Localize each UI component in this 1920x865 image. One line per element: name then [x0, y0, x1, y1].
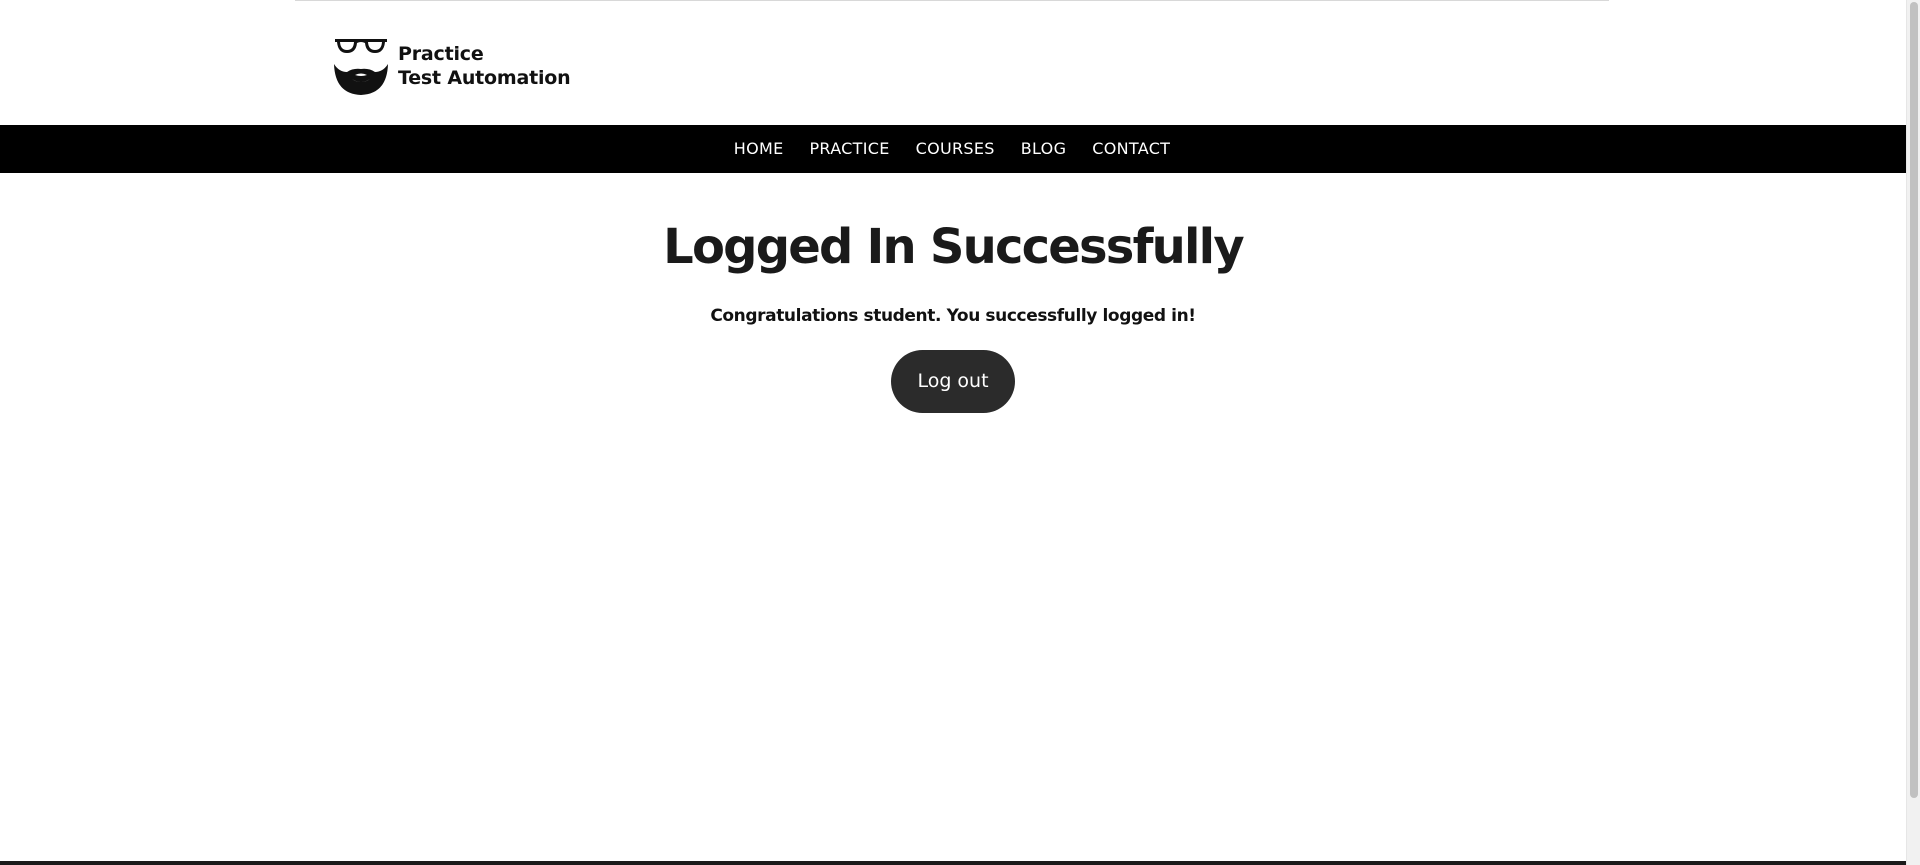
- logo-line-2: Test Automation: [398, 67, 571, 89]
- logo-line-1: Practice: [398, 43, 484, 65]
- site-logo[interactable]: Practice Test Automation: [333, 36, 571, 96]
- nav-item-home[interactable]: HOME: [721, 139, 797, 158]
- logout-button[interactable]: Log out: [891, 350, 1015, 413]
- vertical-scrollbar[interactable]: [1906, 0, 1920, 865]
- footer-edge: [0, 861, 1906, 865]
- page-title: Logged In Successfully: [663, 219, 1244, 275]
- site-header: Practice Test Automation: [0, 0, 1906, 125]
- scrollbar-thumb[interactable]: [1910, 2, 1918, 798]
- nav-item-practice[interactable]: PRACTICE: [796, 139, 902, 158]
- nav-item-blog[interactable]: BLOG: [1008, 139, 1080, 158]
- main-navbar: HOME PRACTICE COURSES BLOG CONTACT: [0, 125, 1906, 173]
- nav-list: HOME PRACTICE COURSES BLOG CONTACT: [721, 125, 1184, 173]
- nav-item-courses[interactable]: COURSES: [903, 139, 1008, 158]
- glasses-beard-icon: [334, 39, 388, 95]
- page: Practice Test Automation HOME PRACTICE C…: [0, 0, 1920, 865]
- nav-item-contact[interactable]: CONTACT: [1079, 139, 1183, 158]
- success-message: Congratulations student. You successfull…: [710, 306, 1196, 326]
- main-content: Logged In Successfully Congratulations s…: [0, 173, 1906, 413]
- logo-text: Practice Test Automation: [398, 42, 571, 90]
